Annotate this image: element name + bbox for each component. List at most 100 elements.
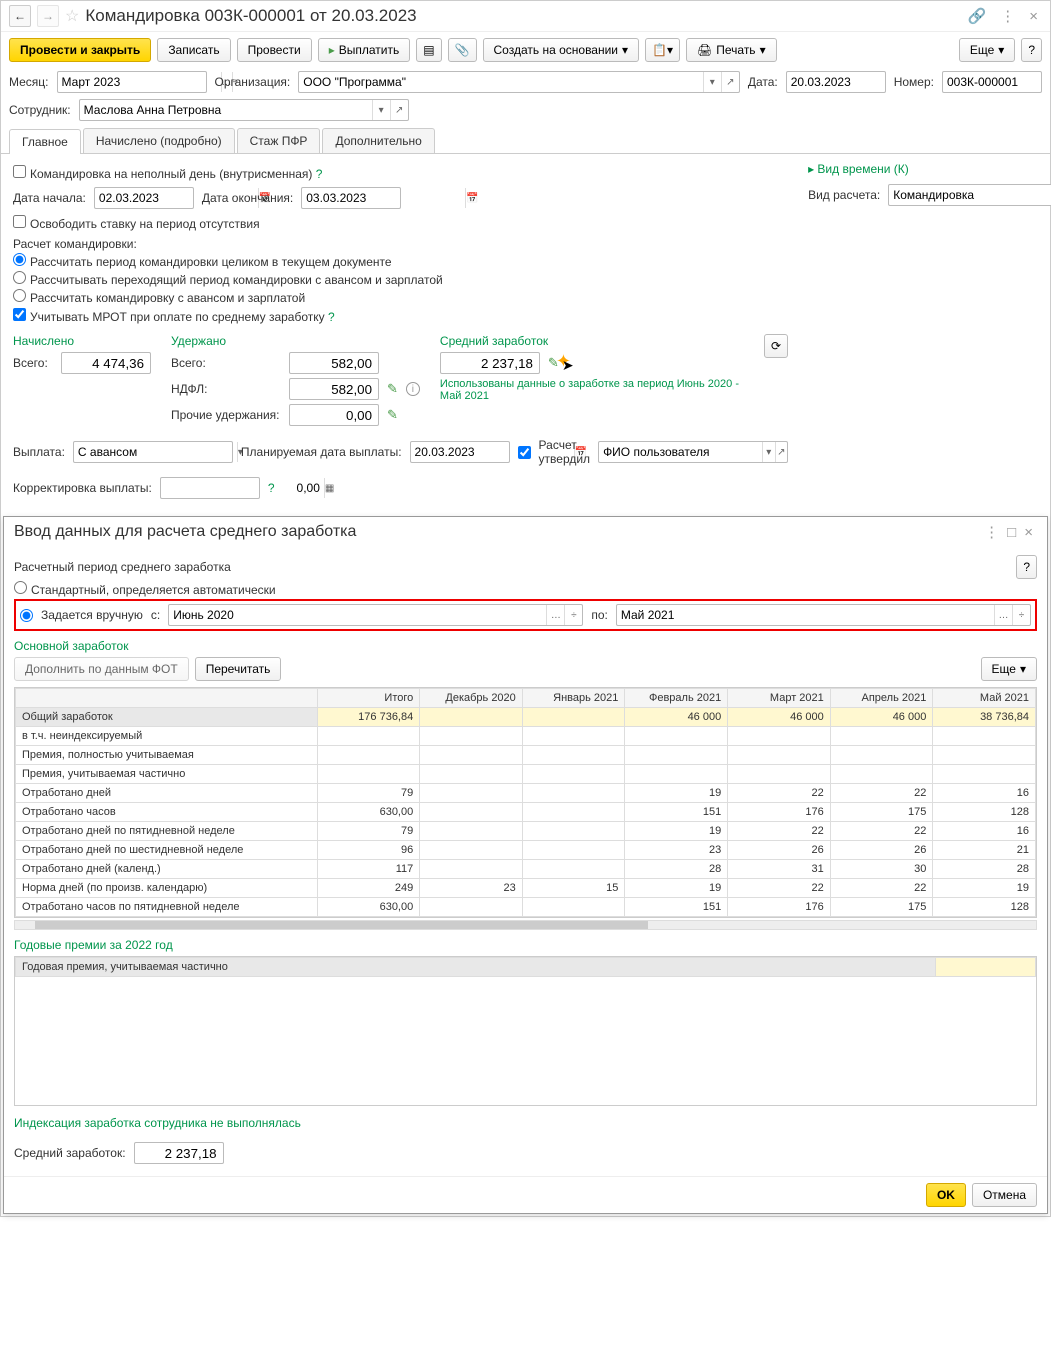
date-input[interactable]: 📅 — [786, 71, 886, 93]
pencil-icon[interactable]: ✎ — [387, 407, 398, 423]
calc-radio-3[interactable] — [13, 289, 26, 302]
other-input[interactable] — [289, 404, 379, 426]
table-row[interactable]: Отработано дней (календ.)11728313028 — [16, 860, 1036, 879]
post-button[interactable]: Провести — [237, 38, 312, 62]
payment-select[interactable]: ▾ — [73, 441, 233, 463]
earnings-table[interactable]: ИтогоДекабрь 2020Январь 2021Февраль 2021… — [14, 687, 1037, 918]
number-label: Номер: — [894, 75, 934, 89]
approved-by-input[interactable]: ▾↗ — [598, 441, 788, 463]
save-button[interactable]: Записать — [157, 38, 230, 62]
period-manual-radio[interactable] — [20, 609, 33, 622]
org-input[interactable]: ▾ ↗ — [298, 71, 740, 93]
ok-button[interactable]: OK — [926, 1183, 966, 1207]
table-row[interactable]: Премия, полностью учитываемая — [16, 746, 1036, 765]
help-button[interactable]: ? — [1021, 38, 1042, 62]
table-row[interactable]: Отработано часов по пятидневной неделе63… — [16, 898, 1036, 917]
mrot-checkbox[interactable] — [13, 308, 26, 321]
close-icon[interactable]: × — [1020, 524, 1037, 541]
withheld-total-input[interactable] — [289, 352, 379, 374]
fill-fot-button[interactable]: Дополнить по данным ФОТ — [14, 657, 189, 681]
maximize-icon[interactable]: □ — [1003, 524, 1020, 541]
planned-date-input[interactable]: 📅 — [410, 441, 510, 463]
toolbar: Провести и закрыть Записать Провести ▸Вы… — [1, 32, 1050, 68]
kebab-icon[interactable]: ⋮ — [980, 523, 1003, 541]
calc-kind-input[interactable]: ▾↗ — [888, 184, 1051, 206]
spin-icon[interactable]: ÷ — [1012, 605, 1030, 625]
ellipsis-icon[interactable]: … — [546, 605, 564, 625]
period-from-input[interactable]: …÷ — [168, 604, 583, 626]
table-row[interactable]: Норма дней (по произв. календарю)2492315… — [16, 879, 1036, 898]
annual-table[interactable]: Годовая премия, учитываемая частично — [14, 956, 1037, 1106]
tab-main[interactable]: Главное — [9, 129, 81, 154]
calc-icon[interactable]: ▦ — [324, 478, 334, 498]
tab-accrued[interactable]: Начислено (подробно) — [83, 128, 235, 153]
favorite-icon[interactable]: ☆ — [65, 6, 79, 26]
calc-radio-1[interactable] — [13, 253, 26, 266]
report-icon-button[interactable]: 📋▾ — [645, 38, 680, 62]
open-icon[interactable]: ↗ — [390, 100, 408, 120]
tab-pfr[interactable]: Стаж ПФР — [237, 128, 321, 153]
partial-day-checkbox[interactable] — [13, 165, 26, 178]
month-input[interactable]: … ÷ — [57, 71, 207, 93]
pencil-icon[interactable]: ✎ — [387, 381, 398, 397]
help-link[interactable]: ? — [328, 310, 335, 324]
recalc-button[interactable]: Перечитать — [195, 657, 282, 681]
link-icon[interactable]: 🔗 — [964, 7, 991, 25]
horizontal-scrollbar[interactable] — [14, 920, 1037, 930]
accrued-total-input[interactable] — [61, 352, 151, 374]
time-kind-section[interactable]: ▸ Вид времени (К) — [808, 162, 1051, 176]
free-rate-checkbox[interactable] — [13, 215, 26, 228]
table-row[interactable]: в т.ч. неиндексируемый — [16, 727, 1036, 746]
help-link[interactable]: ? — [316, 167, 323, 181]
table-row[interactable]: Премия, учитываемая частично — [16, 765, 1036, 784]
spin-icon[interactable]: ÷ — [564, 605, 582, 625]
end-date-label: Дата окончания: — [202, 191, 293, 205]
ellipsis-icon[interactable]: … — [994, 605, 1012, 625]
modal-avg-input[interactable] — [134, 1142, 224, 1164]
table-row[interactable]: Отработано дней7919222216 — [16, 784, 1036, 803]
open-icon[interactable]: ↗ — [775, 442, 788, 462]
dropdown-icon[interactable]: ▾ — [703, 72, 721, 92]
modal-more-button[interactable]: Еще ▾ — [981, 657, 1037, 681]
withheld-title: Удержано — [171, 334, 420, 348]
table-row[interactable]: Отработано дней по пятидневной неделе791… — [16, 822, 1036, 841]
refresh-button[interactable]: ⟳ — [764, 334, 788, 358]
end-date-input[interactable]: 📅 — [301, 187, 401, 209]
employee-input[interactable]: ▾ ↗ — [79, 99, 409, 121]
kebab-icon[interactable]: ⋮ — [996, 7, 1019, 25]
table-row[interactable]: Общий заработок176 736,8446 00046 00046 … — [16, 708, 1036, 727]
close-icon[interactable]: × — [1025, 8, 1042, 25]
create-based-button[interactable]: Создать на основании ▾ — [483, 38, 640, 62]
dropdown-icon[interactable]: ▾ — [762, 442, 775, 462]
document-icon-button[interactable]: ▤ — [416, 38, 441, 62]
number-input[interactable] — [942, 71, 1042, 93]
pay-button[interactable]: ▸Выплатить — [318, 38, 411, 62]
accrued-title: Начислено — [13, 334, 151, 348]
calc-radio-2[interactable] — [13, 271, 26, 284]
info-icon[interactable]: i — [406, 382, 420, 396]
planned-label: Планируемая дата выплаты: — [241, 445, 402, 459]
table-row[interactable]: Отработано часов630,00151176175128 — [16, 803, 1036, 822]
approved-checkbox[interactable] — [518, 446, 531, 459]
attach-icon-button[interactable]: 📎 — [448, 38, 477, 62]
cancel-button[interactable]: Отмена — [972, 1183, 1037, 1207]
calendar-icon[interactable]: 📅 — [465, 188, 478, 208]
table-row[interactable]: Отработано дней по шестидневной неделе96… — [16, 841, 1036, 860]
period-to-input[interactable]: …÷ — [616, 604, 1031, 626]
print-button[interactable]: 🖨 Печать ▾ — [686, 38, 777, 62]
period-std-radio[interactable] — [14, 581, 27, 594]
start-date-input[interactable]: 📅 — [94, 187, 194, 209]
ndfl-input[interactable] — [289, 378, 379, 400]
forward-button[interactable]: → — [37, 5, 59, 27]
post-and-close-button[interactable]: Провести и закрыть — [9, 38, 151, 62]
tab-additional[interactable]: Дополнительно — [322, 128, 434, 153]
back-button[interactable]: ← — [9, 5, 31, 27]
pencil-icon[interactable]: ✎ ✦ ➤ — [548, 355, 559, 371]
avg-input[interactable] — [440, 352, 540, 374]
help-link[interactable]: ? — [268, 481, 275, 495]
more-button[interactable]: Еще ▾ — [959, 38, 1015, 62]
open-icon[interactable]: ↗ — [721, 72, 739, 92]
modal-help-button[interactable]: ? — [1016, 555, 1037, 579]
correction-input[interactable]: ▦ — [160, 477, 260, 499]
dropdown-icon[interactable]: ▾ — [372, 100, 390, 120]
